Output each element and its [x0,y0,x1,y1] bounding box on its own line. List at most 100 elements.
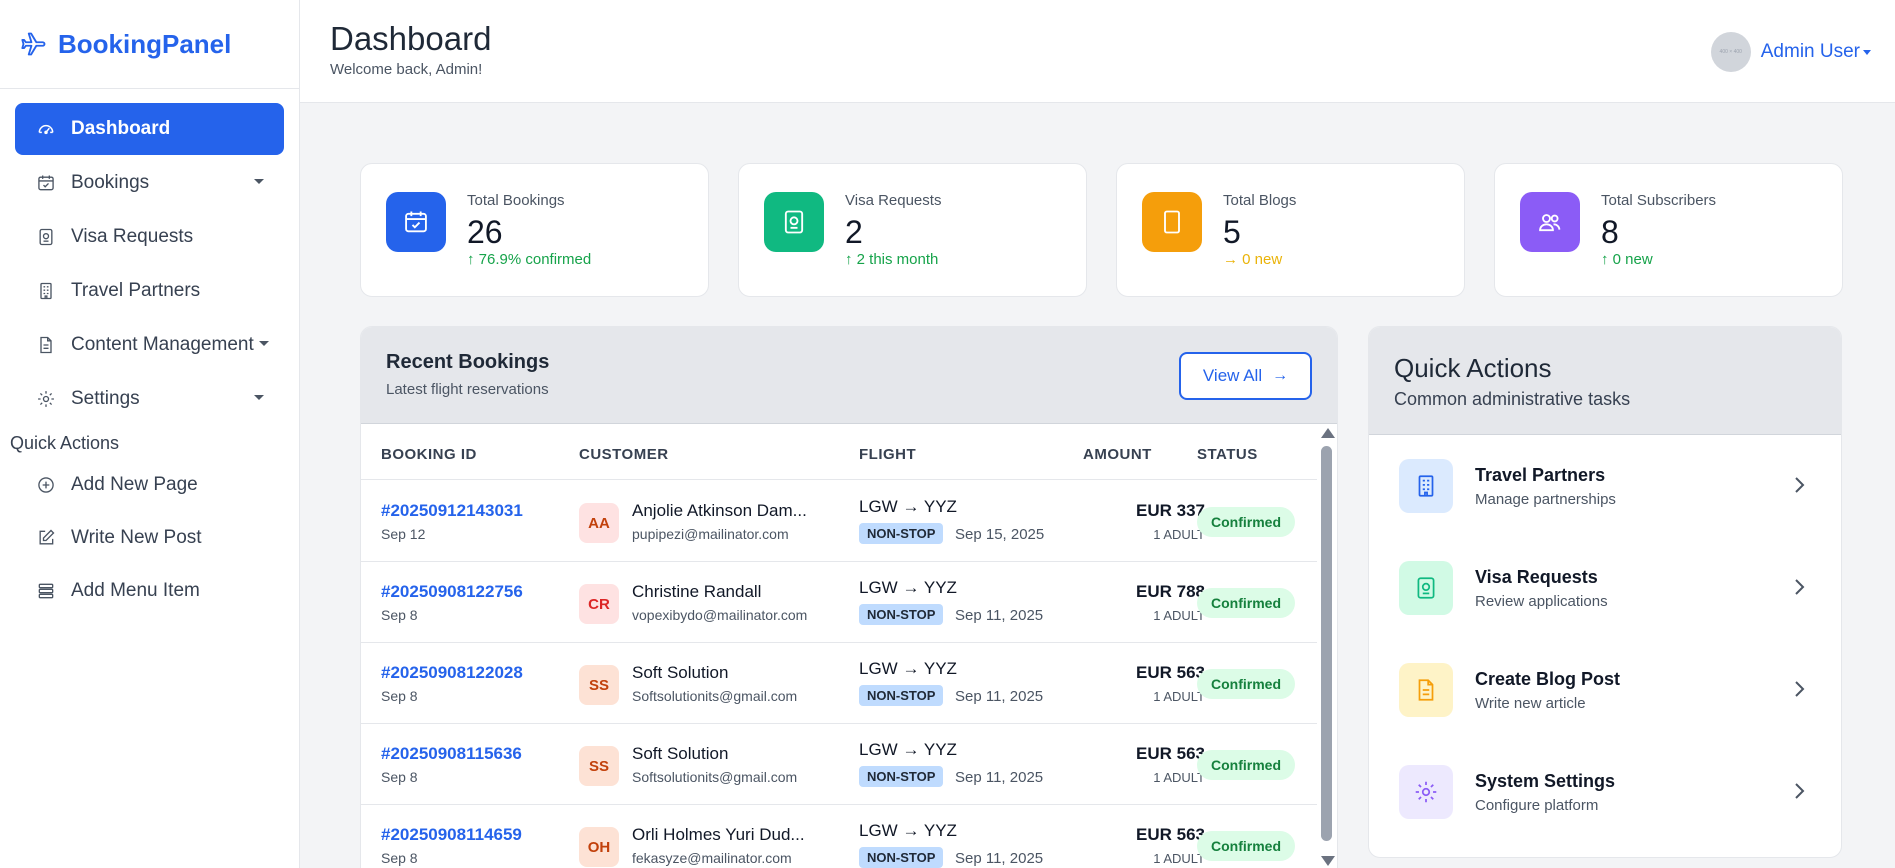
booking-id-link[interactable]: #20250908114659 [381,825,522,845]
status-badge: Confirmed [1197,750,1295,780]
scroll-down-arrow-icon[interactable] [1321,856,1335,866]
table-row[interactable]: #20250912143031 Sep 12 AA Anjolie Atkins… [361,481,1319,562]
table-row[interactable]: #20250908122028 Sep 8 SS Soft Solution S… [361,643,1319,724]
stat-value: 2 [845,214,863,250]
customer-avatar: SS [579,746,619,786]
stat-label: Total Bookings [467,192,565,209]
stat-trend: ↑ 2 this month [845,251,939,268]
column-header: STATUS [1197,446,1258,463]
customer-name: Orli Holmes Yuri Dud... [632,825,805,844]
gear-icon [35,388,57,410]
passport-icon [1399,561,1453,615]
sidebar-item-label: Settings [71,388,140,409]
quick-action-desc: Manage partnerships [1475,491,1616,508]
sidebar-item-label: Travel Partners [71,280,201,301]
quick-action-desc: Review applications [1475,593,1608,610]
chevron-down-icon [254,179,264,184]
page-title: Dashboard [330,20,492,57]
scroll-up-arrow-icon[interactable] [1321,428,1335,438]
view-all-button[interactable]: View All → [1179,352,1312,400]
passport-icon [764,192,824,252]
section-subtitle: Common administrative tasks [1394,389,1631,409]
flight-route: LGW → YYZ [859,497,957,516]
arrow-right-icon: → [1272,367,1289,384]
flight-date: Sep 11, 2025 [955,850,1044,867]
scroll-thumb[interactable] [1321,446,1332,841]
stat-value: 26 [467,214,503,250]
user-menu[interactable]: 400 × 400 Admin User [1710,32,1871,72]
menu-list-icon [35,580,57,602]
sidebar-item-visa-requests[interactable]: Visa Requests [15,211,284,263]
booking-id-link[interactable]: #20250908115636 [381,744,522,764]
flight-route: LGW → YYZ [859,740,957,759]
table-scrollbar[interactable] [1317,424,1337,868]
table-row[interactable]: #20250908122756 Sep 8 CR Christine Randa… [361,562,1319,643]
sidebar-item-bookings[interactable]: Bookings [15,157,284,209]
booking-amount: EUR 563 [1136,663,1205,682]
booking-id-link[interactable]: #20250908122756 [381,582,523,602]
sidebar-item-label: Add Menu Item [71,579,200,601]
column-header: CUSTOMER [579,446,669,463]
quick-action-desc: Configure platform [1475,797,1599,814]
stat-trend: → 0 new [1223,251,1283,268]
flight-date: Sep 11, 2025 [955,607,1044,624]
chevron-right-icon [1795,783,1805,799]
flight-route: LGW → YYZ [859,659,957,678]
section-title: Recent Bookings [386,351,550,373]
flight-route: LGW → YYZ [859,821,957,840]
pencil-square-icon [35,527,57,549]
recent-bookings-header: Recent Bookings Latest flight reservatio… [361,327,1337,424]
flight-tag: NON-STOP [859,847,944,868]
flight-date: Sep 11, 2025 [955,688,1044,705]
chevron-down-icon [259,341,269,346]
status-badge: Confirmed [1197,669,1295,699]
stat-card-blogs: Total Blogs 5 → 0 new [1116,163,1465,297]
building-icon [35,280,57,302]
stat-label: Total Blogs [1223,192,1297,209]
booking-date: Sep 8 [381,769,418,785]
quick-action-name: Travel Partners [1475,465,1606,485]
brand[interactable]: BookingPanel [0,0,299,89]
stat-value: 8 [1601,214,1619,250]
customer-name: Soft Solution [632,744,729,763]
quick-action-create-blog-post[interactable]: Create Blog Post Write new article [1369,639,1841,741]
sidebar-item-label: Write New Post [71,526,202,548]
stat-value: 5 [1223,214,1241,250]
quick-action-system-settings[interactable]: System Settings Configure platform [1369,741,1841,843]
flight-tag: NON-STOP [859,604,944,625]
sidebar-add-new-page[interactable]: Add New Page [0,458,299,511]
customer-avatar: AA [579,503,619,543]
top-header: Dashboard Welcome back, Admin! 400 × 400… [300,0,1895,103]
quick-action-name: Visa Requests [1475,567,1598,587]
calendar-check-icon [35,172,57,194]
sidebar-item-label: Dashboard [71,118,171,139]
passenger-count: 1 ADULT [1153,689,1205,704]
sidebar-add-menu-item[interactable]: Add Menu Item [0,564,299,617]
customer-email: vopexibydo@mailinator.com [632,607,808,623]
chevron-right-icon [1795,681,1805,697]
sidebar-item-travel-partners[interactable]: Travel Partners [15,265,284,317]
sidebar-item-label: Add New Page [71,473,198,495]
booking-date: Sep 8 [381,607,418,623]
booking-id-link[interactable]: #20250908122028 [381,663,523,683]
booking-id-link[interactable]: #20250912143031 [381,501,523,521]
customer-avatar: CR [579,584,619,624]
sidebar-item-settings[interactable]: Settings [15,373,284,425]
view-all-label: View All [1202,366,1263,385]
sidebar-write-new-post[interactable]: Write New Post [0,511,299,564]
sidebar-item-content-management[interactable]: Content Management [15,319,284,371]
table-row[interactable]: #20250908115636 Sep 8 SS Soft Solution S… [361,724,1319,805]
stat-card-visa: Visa Requests 2 ↑ 2 this month [738,163,1087,297]
users-icon [1520,192,1580,252]
stat-trend: ↑ 76.9% confirmed [467,251,592,268]
quick-actions-header: Quick Actions Common administrative task… [1369,327,1841,435]
sidebar-item-dashboard[interactable]: Dashboard [15,103,284,155]
quick-actions-card: Quick Actions Common administrative task… [1368,326,1842,858]
quick-action-travel-partners[interactable]: Travel Partners Manage partnerships [1369,435,1841,537]
table-row[interactable]: #20250908114659 Sep 8 OH Orli Holmes Yur… [361,805,1319,868]
user-name: Admin User [1760,41,1860,62]
sidebar: BookingPanel Dashboard Bookings Visa Req… [0,0,300,868]
passenger-count: 1 ADULT [1153,527,1205,542]
quick-action-visa-requests[interactable]: Visa Requests Review applications [1369,537,1841,639]
customer-email: pupipezi@mailinator.com [632,526,789,542]
